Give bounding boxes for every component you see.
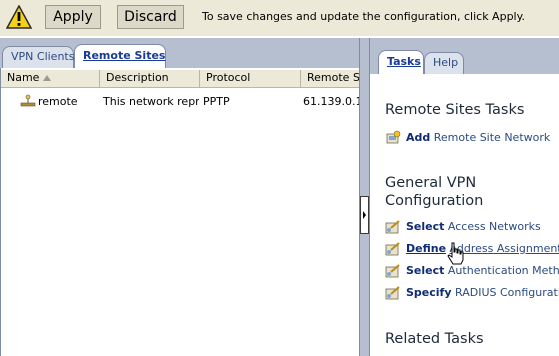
column-header-label: Name xyxy=(7,71,40,84)
column-header-description[interactable]: Description xyxy=(100,70,200,88)
task-verb: Define xyxy=(406,242,447,255)
define-address-assignments-link[interactable]: Define Address Assignments xyxy=(385,241,559,257)
task-verb: Select xyxy=(406,264,445,277)
table-cell-name[interactable]: remote xyxy=(38,95,98,108)
add-network-icon xyxy=(386,130,401,144)
right-tab-bar: Tasks Help xyxy=(370,38,559,74)
task-verb: Specify xyxy=(406,286,452,299)
remote-site-icon xyxy=(20,94,36,107)
warning-icon xyxy=(6,5,32,29)
hand-cursor-icon xyxy=(447,242,464,265)
select-access-networks-link[interactable]: Select Access Networks xyxy=(385,219,541,235)
tab-help[interactable]: Help xyxy=(424,52,464,74)
task-verb: Add xyxy=(406,131,431,144)
task-text: Remote Site Network xyxy=(433,131,551,144)
add-remote-site-network-link[interactable]: Add Remote Site Network xyxy=(385,130,550,146)
tab-remote-sites[interactable]: Remote Sites xyxy=(74,44,166,68)
status-message: To save changes and update the configura… xyxy=(202,10,526,23)
section-title-related-tasks: Related Tasks xyxy=(385,331,484,347)
table-cell-description[interactable]: This network repr… xyxy=(103,95,199,108)
task-text: Access Networks xyxy=(447,220,541,233)
section-title-remote-sites-tasks: Remote Sites Tasks xyxy=(385,102,525,118)
section-title-general-vpn-configuration: General VPN Configuration xyxy=(385,175,484,209)
sort-ascending-icon xyxy=(43,75,51,81)
remote-sites-list: Name Description Protocol Remote Se remo… xyxy=(0,68,359,356)
configure-icon xyxy=(385,242,400,256)
column-header-protocol[interactable]: Protocol xyxy=(200,70,301,88)
select-authentication-methods-link[interactable]: Select Authentication Methods xyxy=(385,263,559,279)
specify-radius-configuration-link[interactable]: Specify RADIUS Configuration xyxy=(385,285,559,301)
table-cell-protocol[interactable]: PPTP xyxy=(203,95,299,108)
tab-vpn-clients[interactable]: VPN Clients xyxy=(2,46,74,68)
configure-icon xyxy=(385,286,400,300)
apply-button[interactable]: Apply xyxy=(45,5,101,29)
tab-tasks[interactable]: Tasks xyxy=(378,50,424,74)
column-header-remote-server[interactable]: Remote Se xyxy=(301,70,359,88)
collapse-pane-button[interactable] xyxy=(360,196,369,234)
table-cell-remote-server[interactable]: 61.139.0.1 xyxy=(303,95,359,108)
task-text: Address Assignments xyxy=(449,242,559,255)
notification-bar: Apply Discard To save changes and update… xyxy=(0,0,559,36)
configure-icon xyxy=(385,220,400,234)
configure-icon xyxy=(385,264,400,278)
tasks-panel: Remote Sites Tasks Add Remote Site Netwo… xyxy=(370,74,559,356)
left-tab-bar: VPN Clients Remote Sites xyxy=(0,38,359,68)
discard-button[interactable]: Discard xyxy=(117,5,184,29)
chevron-right-icon xyxy=(363,211,366,219)
task-text: RADIUS Configuration xyxy=(455,286,559,299)
task-verb: Select xyxy=(406,220,445,233)
column-header-name[interactable]: Name xyxy=(1,70,100,88)
